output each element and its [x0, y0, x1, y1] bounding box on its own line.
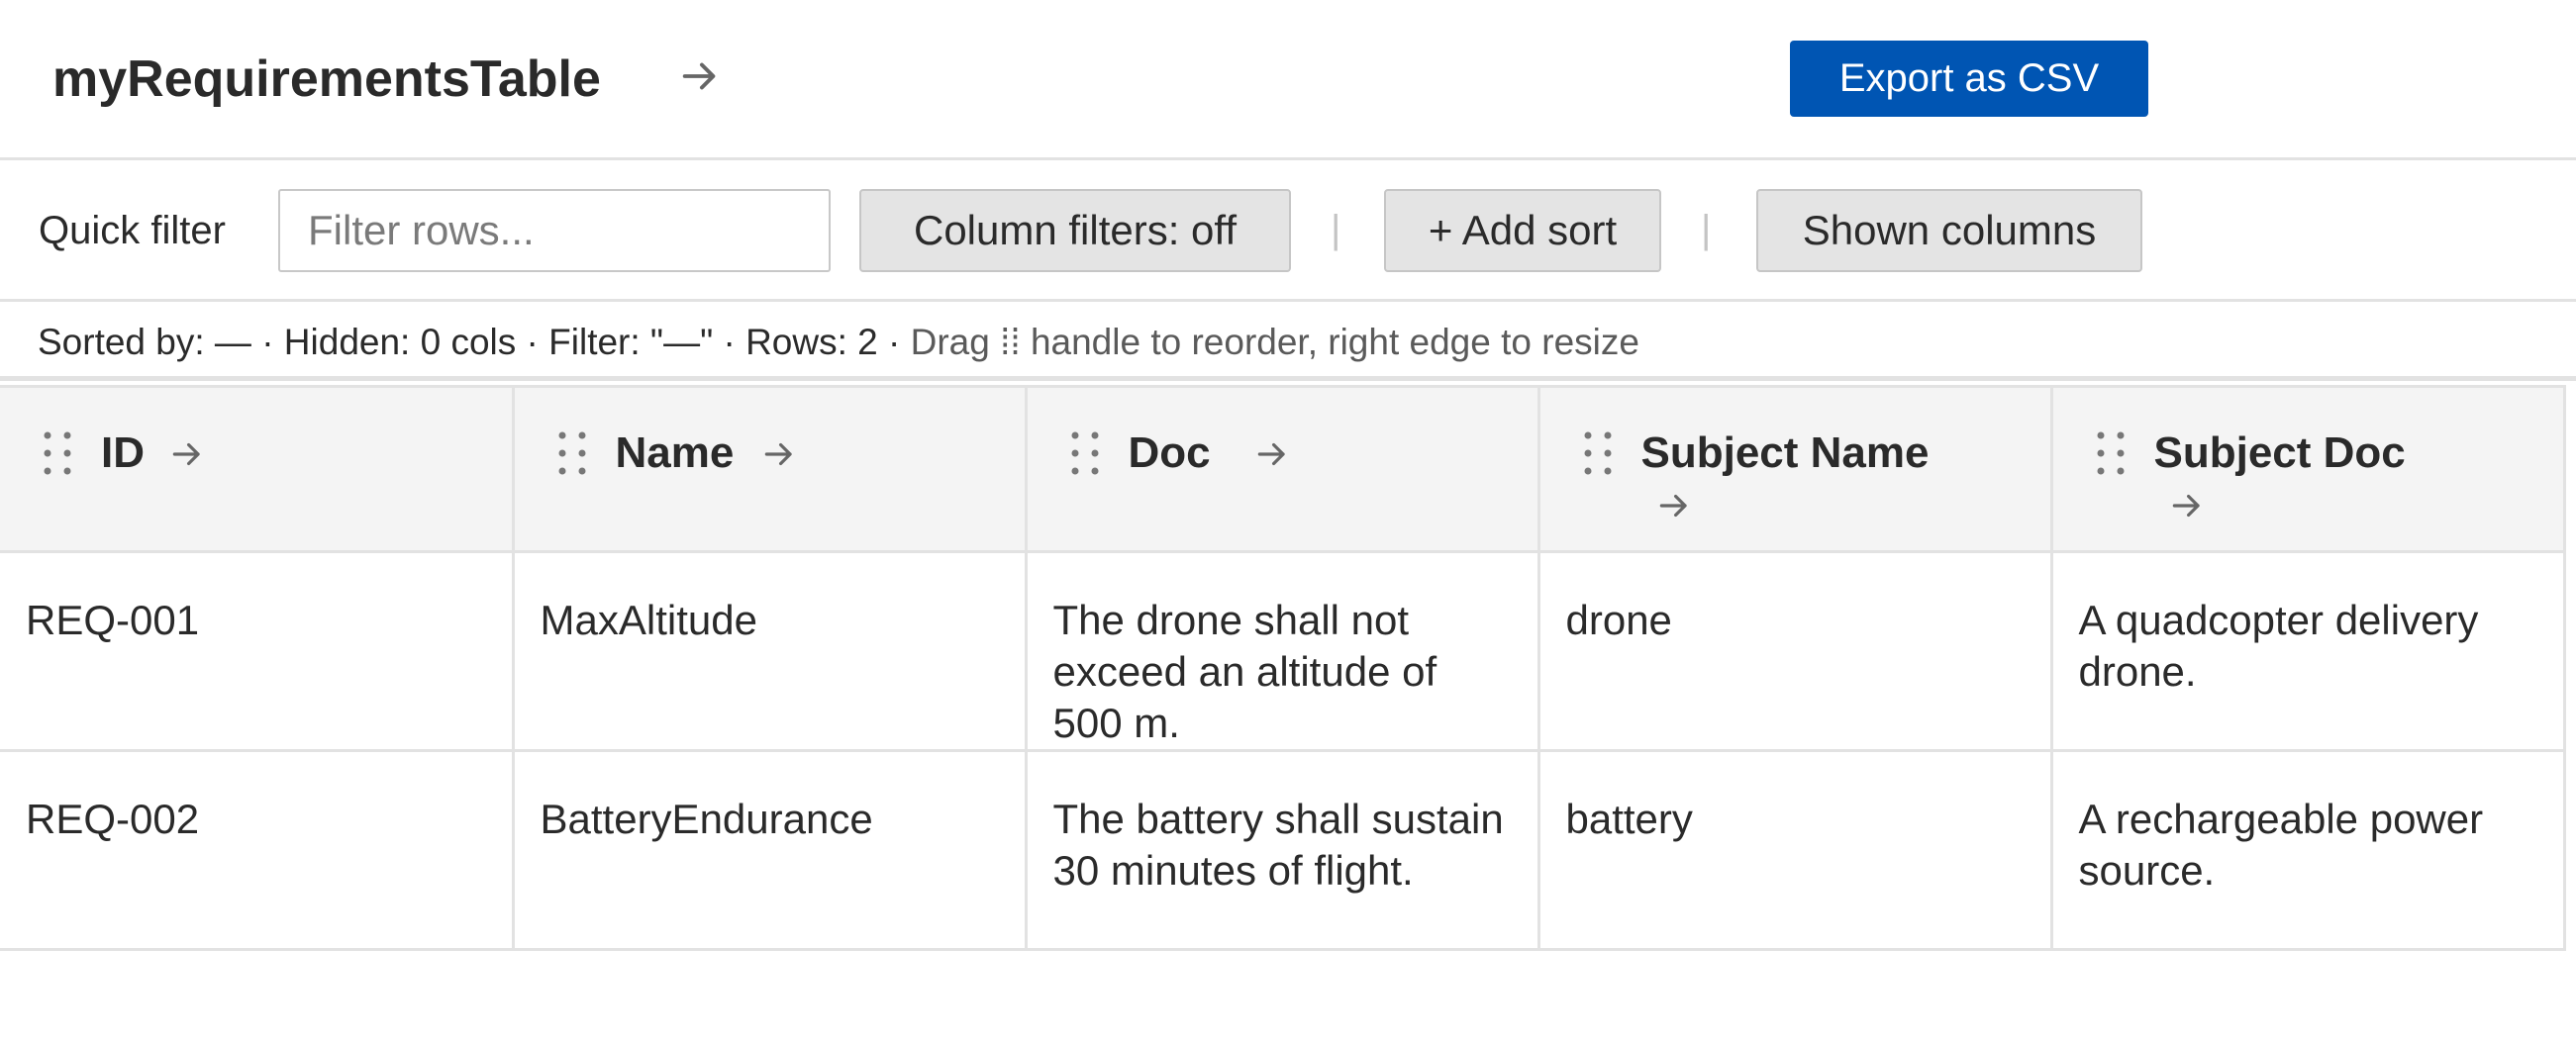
page-title: myRequirementsTable	[52, 50, 601, 108]
quick-filter-label: Quick filter	[39, 209, 226, 252]
status-hint: Drag ⁞⁞ handle to reorder, right edge to…	[911, 322, 1639, 362]
column-label: ID	[101, 428, 145, 477]
cell-subject-name: drone	[1536, 550, 2053, 752]
column-header-name[interactable]: Name	[511, 385, 1028, 553]
drag-handle-icon[interactable]	[554, 427, 590, 479]
table-row[interactable]: REQ-001 MaxAltitude The drone shall not …	[0, 550, 2566, 752]
status-hint-before: Drag	[910, 322, 1001, 362]
drag-handle-icon[interactable]	[40, 427, 75, 479]
drag-handle-icon[interactable]	[1067, 427, 1103, 479]
export-csv-button[interactable]: Export as CSV	[1790, 41, 2148, 117]
column-label: Subject Doc	[2153, 428, 2406, 477]
arrow-right-icon[interactable]	[760, 435, 798, 473]
drag-handle-icon: ⁞⁞	[1000, 322, 1021, 362]
shown-columns-button[interactable]: Shown columns	[1756, 189, 2142, 272]
column-header-doc[interactable]: Doc	[1024, 385, 1540, 553]
arrow-right-icon[interactable]	[168, 435, 206, 473]
cell-subject-name: battery	[1536, 749, 2053, 951]
requirements-table: ID Name Doc Subject Name Subject Doc REQ…	[0, 385, 2566, 951]
cell-id: REQ-001	[0, 550, 515, 752]
drag-handle-icon[interactable]	[1580, 427, 1616, 479]
cell-subject-doc: A quadcopter delivery drone.	[2049, 550, 2566, 752]
toolbar-separator: |	[1331, 208, 1341, 251]
cell-doc: The drone shall not exceed an altitude o…	[1024, 550, 1540, 752]
status-text: Sorted by: — · Hidden: 0 cols · Filter: …	[38, 320, 1639, 365]
column-filters-toggle[interactable]: Column filters: off	[859, 189, 1291, 272]
column-label: Name	[615, 428, 735, 477]
quick-filter-input[interactable]	[278, 189, 831, 272]
app-header: myRequirementsTable Export as CSV	[0, 0, 2576, 160]
column-label: Doc	[1128, 428, 1211, 477]
arrow-right-icon[interactable]	[1655, 487, 1693, 524]
arrow-right-icon[interactable]	[677, 53, 723, 99]
column-header-id[interactable]: ID	[0, 385, 515, 553]
status-summary: Sorted by: — · Hidden: 0 cols · Filter: …	[38, 322, 911, 362]
arrow-right-icon[interactable]	[2168, 487, 2206, 524]
column-header-subject-doc[interactable]: Subject Doc	[2049, 385, 2566, 553]
cell-id: REQ-002	[0, 749, 515, 951]
cell-subject-doc: A rechargeable power source.	[2049, 749, 2566, 951]
arrow-right-icon[interactable]	[1253, 435, 1291, 473]
table-row[interactable]: REQ-002 BatteryEndurance The battery sha…	[0, 749, 2566, 951]
toolbar: Quick filter Column filters: off | + Add…	[0, 160, 2576, 302]
drag-handle-icon[interactable]	[2093, 427, 2129, 479]
cell-name: BatteryEndurance	[511, 749, 1028, 951]
column-label: Subject Name	[1640, 428, 1930, 477]
add-sort-button[interactable]: + Add sort	[1384, 189, 1661, 272]
column-header-subject-name[interactable]: Subject Name	[1536, 385, 2053, 553]
status-hint-after: handle to reorder, right edge to resize	[1020, 322, 1639, 362]
cell-doc: The battery shall sustain 30 minutes of …	[1024, 749, 1540, 951]
cell-name: MaxAltitude	[511, 550, 1028, 752]
table-header-row: ID Name Doc Subject Name Subject Doc	[0, 385, 2566, 553]
status-bar: Sorted by: — · Hidden: 0 cols · Filter: …	[0, 302, 2576, 381]
toolbar-separator: |	[1701, 208, 1712, 251]
